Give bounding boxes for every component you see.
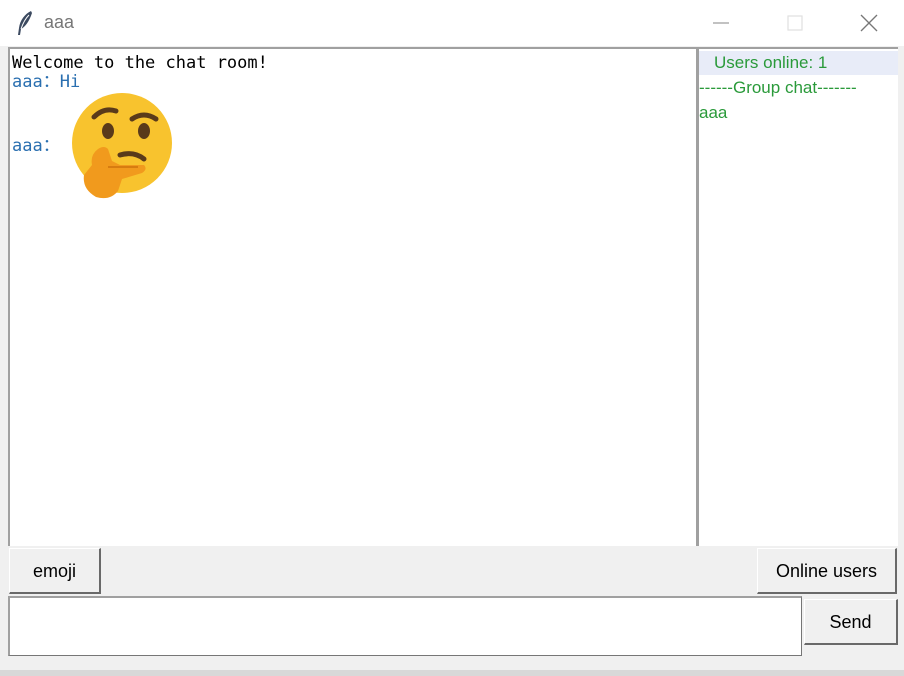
message-text: Hi (59, 72, 81, 92)
minimize-icon (713, 22, 729, 24)
maximize-icon (787, 15, 803, 31)
user-list-item[interactable]: aaa (699, 101, 898, 125)
title-bar[interactable]: aaa (0, 0, 904, 46)
close-button[interactable] (846, 0, 892, 46)
send-button[interactable]: Send (804, 599, 898, 645)
close-icon (860, 14, 878, 32)
chat-log[interactable]: Welcome to the chat room! aaa：Hi aaa： (8, 47, 697, 546)
message-input[interactable] (8, 596, 802, 656)
maximize-button[interactable] (772, 0, 818, 46)
message-sender: aaa： (12, 72, 60, 92)
window-title: aaa (44, 12, 75, 32)
thinking-face-emoji (72, 93, 172, 199)
chat-message: aaa： (12, 136, 60, 156)
chat-window: aaa Welcome to the chat room! aaa：Hi aaa… (0, 0, 904, 676)
chat-message: aaa：Hi (12, 72, 80, 92)
group-chat-item[interactable]: ------Group chat------- (699, 76, 898, 100)
minimize-button[interactable] (698, 0, 744, 46)
users-online-count: Users online: 1 (699, 51, 898, 75)
online-users-panel[interactable]: Users online: 1 ------Group chat------- … (697, 47, 898, 546)
window-bottom-edge (0, 670, 904, 676)
system-message: Welcome to the chat room! (12, 53, 268, 73)
emoji-button[interactable]: emoji (9, 548, 101, 594)
feather-icon (16, 10, 34, 36)
message-sender: aaa： (12, 136, 60, 156)
online-users-button[interactable]: Online users (757, 548, 897, 594)
